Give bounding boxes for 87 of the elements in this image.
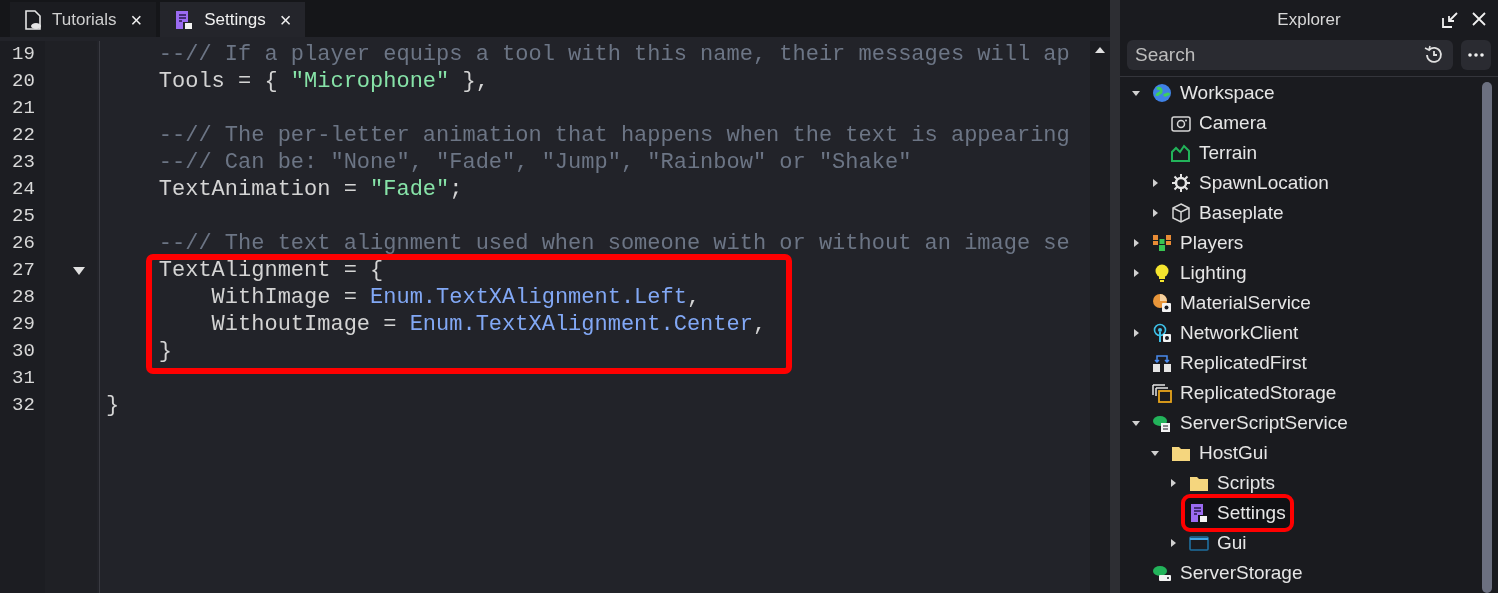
line-number: 29 bbox=[12, 312, 36, 338]
screen-gui-icon bbox=[1189, 533, 1209, 553]
code-token: "Microphone" bbox=[290, 68, 450, 96]
cloud-storage-icon bbox=[1152, 563, 1172, 583]
tree-item[interactable]: Camera bbox=[1167, 108, 1271, 138]
line-number: 21 bbox=[12, 96, 36, 122]
code-comment: --// If a player equips a tool with this name, their messages will ap bbox=[157, 41, 1070, 69]
code-token: ; bbox=[449, 176, 463, 204]
code-token: WithImage = bbox=[210, 284, 358, 312]
tree-item[interactable]: Scripts bbox=[1185, 468, 1280, 498]
editor-tab[interactable]: Tutorials × bbox=[10, 2, 157, 37]
terrain-icon bbox=[1171, 143, 1191, 163]
editor-tab[interactable]: Settings × bbox=[160, 2, 306, 37]
document-cloud-icon bbox=[24, 9, 42, 30]
tree-item[interactable]: ServerScriptService bbox=[1148, 408, 1352, 438]
more-button[interactable] bbox=[1461, 40, 1491, 70]
tree-item[interactable]: MaterialService bbox=[1148, 288, 1315, 318]
material-service-icon bbox=[1152, 293, 1172, 313]
storage-box-icon bbox=[1152, 383, 1172, 403]
tree-item[interactable]: ReplicatedFirst bbox=[1148, 348, 1311, 378]
expand-caret-icon[interactable] bbox=[1131, 418, 1141, 428]
line-number: 32 bbox=[12, 393, 36, 419]
tree-item[interactable]: Lighting bbox=[1148, 258, 1251, 288]
gear-icon bbox=[1171, 173, 1191, 193]
players-icon bbox=[1152, 233, 1172, 253]
code-token: "Fade" bbox=[370, 176, 450, 204]
module-script-icon bbox=[174, 9, 195, 30]
code-token: }, bbox=[461, 68, 489, 96]
line-number: 24 bbox=[12, 177, 36, 203]
close-icon[interactable] bbox=[1472, 12, 1486, 26]
expand-caret-icon[interactable] bbox=[1131, 88, 1141, 98]
close-button[interactable]: × bbox=[130, 4, 143, 35]
undock-icon[interactable] bbox=[1442, 12, 1458, 28]
antenna-icon bbox=[1152, 323, 1172, 343]
cube-icon bbox=[1171, 203, 1191, 223]
tree-item[interactable]: ReplicatedStorage bbox=[1148, 378, 1341, 408]
line-number: 25 bbox=[12, 204, 36, 230]
code-comment: --// The per-letter animation that happens when the text is appearing bbox=[157, 122, 1070, 150]
code-token: WithoutImage = bbox=[210, 311, 398, 339]
line-number: 19 bbox=[12, 42, 36, 68]
history-icon[interactable] bbox=[1423, 44, 1445, 66]
code-token: , bbox=[752, 311, 767, 339]
collapse-caret-icon[interactable] bbox=[1131, 268, 1141, 278]
code-token: Enum.TextXAlignment.Center bbox=[409, 311, 753, 339]
tree-item[interactable]: Baseplate bbox=[1167, 198, 1288, 228]
tree-item[interactable]: Gui bbox=[1185, 528, 1251, 558]
line-number: 27 bbox=[12, 258, 36, 284]
line-number: 30 bbox=[12, 339, 36, 365]
replicated-first-icon bbox=[1152, 353, 1172, 373]
line-number: 20 bbox=[12, 69, 36, 95]
line-number: 26 bbox=[12, 231, 36, 257]
more-icon bbox=[1468, 53, 1484, 57]
tree-item[interactable]: HostGui bbox=[1167, 438, 1272, 468]
collapse-caret-icon[interactable] bbox=[1150, 208, 1160, 218]
collapse-caret-icon[interactable] bbox=[1168, 538, 1178, 548]
module-script-icon bbox=[1189, 503, 1209, 523]
code-token: TextAnimation = bbox=[157, 176, 358, 204]
line-number: 23 bbox=[12, 150, 36, 176]
scrollbar-thumb[interactable] bbox=[1482, 82, 1492, 593]
line-number: 22 bbox=[12, 123, 36, 149]
collapse-caret-icon[interactable] bbox=[1131, 238, 1141, 248]
code-comment: --// Can be: "None", "Fade", "Jump", "Rainbow" or "Shake" bbox=[157, 149, 912, 177]
collapse-caret-icon[interactable] bbox=[1131, 328, 1141, 338]
code-token: } bbox=[157, 338, 172, 366]
fold-caret-icon[interactable] bbox=[72, 265, 86, 276]
expand-caret-icon[interactable] bbox=[1150, 448, 1160, 458]
tree-item[interactable]: NetworkClient bbox=[1148, 318, 1303, 348]
tree-item[interactable]: Terrain bbox=[1167, 138, 1262, 168]
code-token: } bbox=[106, 392, 120, 420]
close-button[interactable]: × bbox=[279, 4, 292, 35]
tree-item[interactable]: Workspace bbox=[1148, 78, 1279, 108]
tree-item[interactable]: Players bbox=[1148, 228, 1248, 258]
tree-item[interactable]: ServerStorage bbox=[1148, 558, 1307, 588]
panel-title: Explorer bbox=[1277, 9, 1341, 32]
code-token: , bbox=[686, 284, 701, 312]
globe-icon bbox=[1152, 83, 1172, 103]
collapse-caret-icon[interactable] bbox=[1168, 478, 1178, 488]
code-token: TextAlignment = { bbox=[157, 257, 384, 285]
cloud-script-icon bbox=[1152, 413, 1172, 433]
camera-icon bbox=[1171, 113, 1191, 133]
line-number: 31 bbox=[12, 366, 36, 392]
tree-item[interactable]: SpawnLocation bbox=[1167, 168, 1333, 198]
code-token: Enum.TextXAlignment.Left bbox=[370, 284, 687, 312]
line-number: 28 bbox=[12, 285, 36, 311]
collapse-caret-icon[interactable] bbox=[1150, 178, 1160, 188]
code-comment: --// The text alignment used when someone with or without an image se bbox=[157, 230, 1070, 258]
code-token: Tools = { bbox=[157, 68, 279, 96]
